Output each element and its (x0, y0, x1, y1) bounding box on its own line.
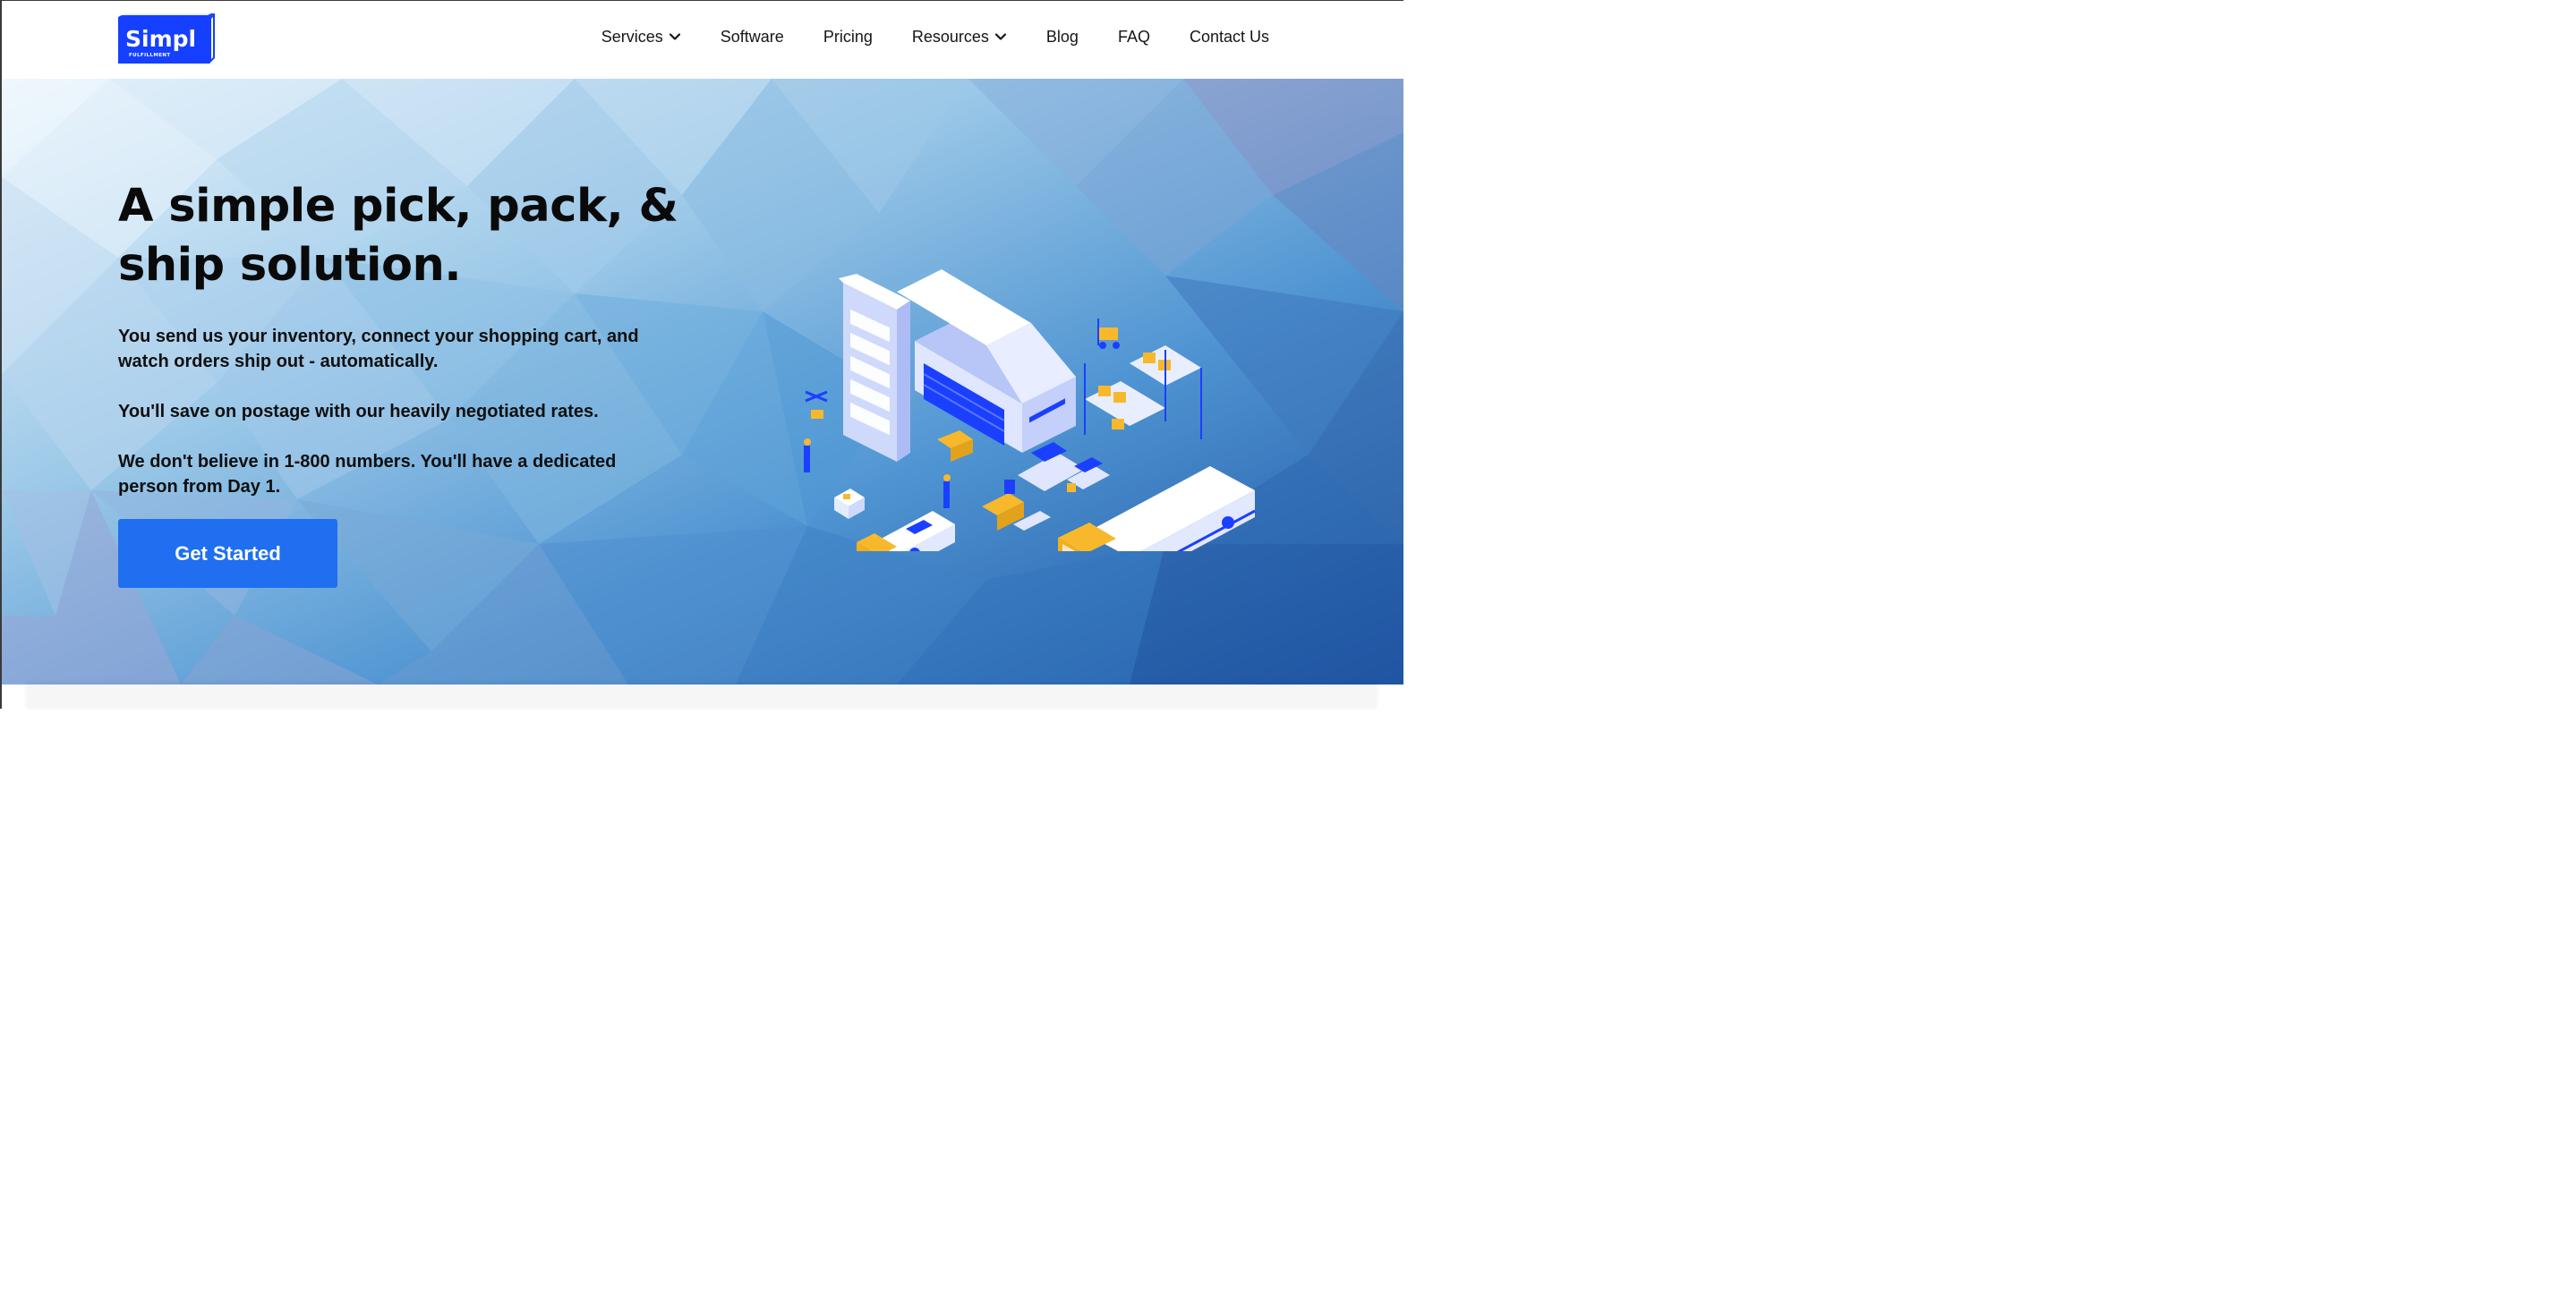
get-started-button[interactable]: Get Started (118, 519, 337, 588)
phone-icon (839, 274, 910, 462)
nav-item-faq[interactable]: FAQ (1118, 28, 1150, 47)
delivery-van-icon (857, 511, 955, 551)
nav-item-label: Resources (911, 27, 989, 46)
shelving-icon (1084, 345, 1202, 439)
nav-item-label: Software (720, 27, 784, 46)
brand-logo[interactable]: Simpl FULFILLMENT (116, 13, 217, 65)
nav-item-blog[interactable]: Blog (1046, 28, 1079, 47)
warehouse-building-icon (897, 269, 1076, 453)
hero-paragraph-dedicated-person: We don't believe in 1-800 numbers. You'l… (118, 452, 617, 497)
nav-item-label: FAQ (1117, 27, 1150, 46)
hero-copy: You send us your inventory, connect your… (118, 324, 673, 499)
nav-item-label: Services (601, 27, 663, 46)
nav-item-contact-us[interactable]: Contact Us (1190, 28, 1269, 47)
headline-line-2: ship solution. (118, 239, 462, 292)
nav-item-resources[interactable]: Resources (912, 28, 1007, 47)
drone-icon (805, 390, 828, 419)
next-section (0, 685, 1403, 709)
headline-line-1: A simple pick, pack, & (118, 180, 678, 233)
logo-subtitle: FULFILLMENT (129, 53, 171, 58)
nav-item-label: Blog (1045, 27, 1079, 46)
nav-item-software[interactable]: Software (721, 28, 784, 47)
hero-headline: A simple pick, pack, & ship solution. (118, 177, 691, 295)
chevron-down-icon (994, 33, 1007, 40)
warehouse-logistics-illustration (804, 269, 1256, 551)
window-top-edge (0, 0, 1403, 1)
hero-section: A simple pick, pack, & ship solution. Yo… (2, 79, 1403, 685)
hero-paragraph-postage: You'll save on postage with our heavily … (118, 402, 599, 421)
nav-item-label: Pricing (823, 27, 873, 46)
logo-wordmark: Simpl (125, 26, 196, 52)
next-section-card (27, 685, 1377, 709)
nav-item-label: Contact Us (1189, 27, 1269, 46)
forklift-icon (1097, 319, 1120, 349)
hero-paragraph-inventory: You send us your inventory, connect your… (118, 327, 639, 371)
site-header: Simpl FULFILLMENT Services Software Pric… (0, 0, 1403, 79)
window-left-edge (0, 0, 2, 709)
main-navigation: Services Software Pricing Resources Blog… (601, 25, 1269, 48)
open-box-icon (834, 489, 865, 519)
nav-item-pricing[interactable]: Pricing (823, 28, 873, 47)
nav-item-services[interactable]: Services (601, 28, 681, 47)
chevron-down-icon (669, 33, 680, 40)
